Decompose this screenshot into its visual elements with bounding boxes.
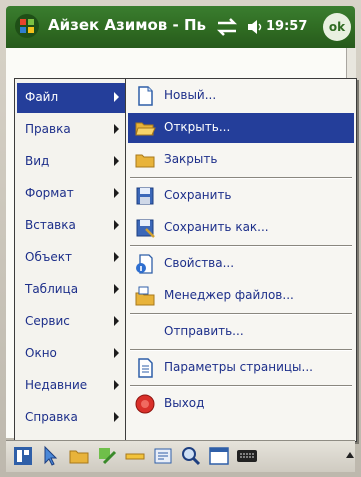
menu-item-label: Параметры страницы... (164, 360, 313, 374)
menu-item-label: Менеджер файлов... (164, 288, 294, 302)
connectivity-icon[interactable] (216, 18, 238, 36)
submenu-arrow-icon (114, 124, 119, 134)
submenu-arrow-icon (114, 316, 119, 326)
menu-item-label: Объект (25, 250, 72, 264)
keyboard-icon[interactable] (236, 445, 258, 467)
bottom-toolbar (6, 440, 355, 472)
volume-icon[interactable] (246, 18, 264, 36)
window-title: Айзек Азимов - Пь (48, 16, 207, 34)
submenu-arrow-icon (114, 220, 119, 230)
open-folder-icon[interactable] (68, 445, 90, 467)
close-folder-icon (135, 154, 155, 168)
menu-item-file[interactable]: Файл (17, 83, 125, 113)
main-menu: Файл Правка Вид Формат Вставка Объект Та… (14, 78, 128, 442)
menu-separator (130, 177, 352, 179)
menu-item-view[interactable]: Вид (17, 147, 125, 177)
menu-separator (130, 313, 352, 315)
menu-item-label: Сохранить (164, 188, 232, 202)
menu-item-edit[interactable]: Правка (17, 115, 125, 145)
menu-item-insert[interactable]: Вставка (17, 211, 125, 241)
menu-item-label: Вставка (25, 218, 76, 232)
menu-item-label: Выход (164, 396, 205, 410)
menu-item-label: Сервис (25, 314, 70, 328)
menu-item-recent[interactable]: Недавние (17, 371, 125, 401)
exit-icon (135, 394, 155, 414)
menu-item-label: Правка (25, 122, 71, 136)
menu-separator (130, 385, 352, 387)
menu-item-properties[interactable]: Свойства... (128, 249, 354, 279)
window-icon[interactable] (208, 445, 230, 467)
page-setup-icon (138, 358, 153, 378)
ok-button[interactable]: ok (323, 13, 351, 41)
menu-item-save-as[interactable]: Сохранить как... (128, 213, 354, 243)
menu-item-close[interactable]: Закрыть (128, 145, 354, 175)
menu-icon[interactable] (12, 445, 34, 467)
menu-item-label: Вид (25, 154, 50, 168)
input-selector-arrow-icon[interactable] (346, 452, 354, 458)
submenu-arrow-icon (114, 252, 119, 262)
open-folder-icon (135, 122, 156, 136)
menu-item-label: Файл (25, 90, 59, 104)
menu-item-label: Окно (25, 346, 57, 360)
menu-item-open[interactable]: Открыть... (128, 113, 354, 143)
submenu-arrow-icon (114, 284, 119, 294)
file-manager-icon (135, 286, 155, 306)
menu-item-file-manager[interactable]: Менеджер файлов... (128, 281, 354, 311)
new-document-icon (138, 86, 153, 106)
save-icon (136, 187, 154, 205)
menu-item-tools[interactable]: Сервис (17, 307, 125, 337)
highlighter-icon[interactable] (124, 445, 146, 467)
submenu-arrow-icon (114, 348, 119, 358)
clock[interactable]: 19:57 (266, 19, 307, 34)
text-tool-icon[interactable] (152, 445, 174, 467)
windows-start-icon[interactable] (14, 13, 40, 39)
menu-item-help[interactable]: Справка (17, 403, 125, 433)
menu-item-send[interactable]: Отправить... (128, 317, 354, 347)
menu-item-label: Свойства... (164, 256, 235, 270)
menu-item-label: Справка (25, 410, 78, 424)
menu-item-label: Сохранить как... (164, 220, 269, 234)
title-bar: Айзек Азимов - Пь 19:57 ok (6, 6, 355, 48)
submenu-arrow-icon (114, 412, 119, 422)
menu-item-label: Формат (25, 186, 74, 200)
menu-item-label: Новый... (164, 88, 217, 102)
menu-item-label: Таблица (25, 282, 79, 296)
menu-item-label: Отправить... (164, 324, 244, 338)
zoom-icon[interactable] (180, 445, 202, 467)
device-screen: Айзек Азимов - Пь 19:57 ok Файл Правка В… (0, 0, 361, 477)
menu-item-window[interactable]: Окно (17, 339, 125, 369)
submenu-arrow-icon (114, 92, 119, 102)
menu-item-object[interactable]: Объект (17, 243, 125, 273)
properties-icon (136, 254, 153, 274)
submenu-arrow-icon (114, 380, 119, 390)
edit-tool-icon[interactable] (96, 445, 118, 467)
menu-item-exit[interactable]: Выход (128, 389, 354, 419)
menu-item-format[interactable]: Формат (17, 179, 125, 209)
menu-item-label: Недавние (25, 378, 88, 392)
select-pointer-icon[interactable] (40, 445, 62, 467)
menu-separator (130, 349, 352, 351)
menu-item-label: Открыть... (164, 120, 231, 134)
submenu-arrow-icon (114, 156, 119, 166)
menu-item-label: Закрыть (164, 152, 218, 166)
menu-item-page-setup[interactable]: Параметры страницы... (128, 353, 354, 383)
menu-item-new[interactable]: Новый... (128, 81, 354, 111)
file-submenu: Новый... Открыть... Закрыть Сохранить Со… (125, 78, 357, 442)
save-as-icon (136, 219, 155, 238)
menu-separator (130, 245, 352, 247)
submenu-arrow-icon (114, 188, 119, 198)
menu-item-save[interactable]: Сохранить (128, 181, 354, 211)
menu-item-table[interactable]: Таблица (17, 275, 125, 305)
